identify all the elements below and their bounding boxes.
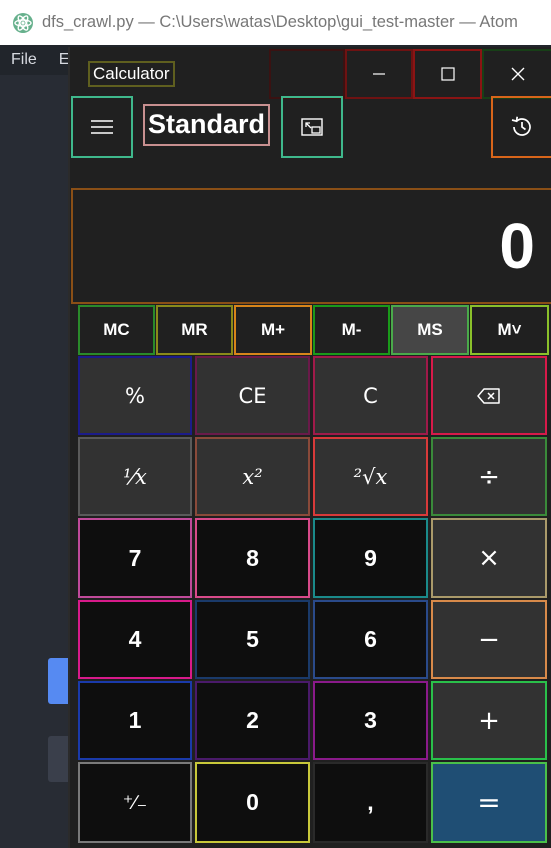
keep-on-top-icon <box>301 118 323 136</box>
digit-7-button[interactable]: 7 <box>78 518 192 598</box>
digit-0-button[interactable]: 0 <box>195 762 310 843</box>
percent-button[interactable]: % <box>78 356 192 435</box>
subtract-button[interactable]: − <box>431 600 547 679</box>
calculator-mode-title: Standard <box>143 104 271 146</box>
result-display: 0 <box>71 188 551 304</box>
clear-button[interactable]: C <box>313 356 428 435</box>
divide-button[interactable]: ÷ <box>431 437 547 516</box>
backspace-icon <box>477 387 500 404</box>
digit-1-button[interactable]: 1 <box>78 681 192 760</box>
atom-titlebar: dfs_crawl.py — C:\Users\watas\Desktop\gu… <box>0 0 551 45</box>
negate-button[interactable]: ⁺∕₋ <box>78 762 192 843</box>
menu-file[interactable]: File <box>0 45 48 75</box>
square-button[interactable]: x² <box>195 437 310 516</box>
square-root-button[interactable]: ²√x <box>313 437 428 516</box>
digit-6-button[interactable]: 6 <box>313 600 428 679</box>
memory-store-button[interactable]: MS <box>391 305 469 355</box>
equals-button[interactable]: = <box>431 762 547 843</box>
display-value: 0 <box>499 210 535 282</box>
calculator-window: Calculator Standard 0 MC MR M+ M- MS M˅ … <box>68 47 551 848</box>
atom-window-title: dfs_crawl.py — C:\Users\watas\Desktop\gu… <box>42 13 518 31</box>
reciprocal-button[interactable]: ⅟x <box>78 437 192 516</box>
digit-5-button[interactable]: 5 <box>195 600 310 679</box>
atom-logo-icon <box>12 12 34 34</box>
backspace-button[interactable] <box>431 356 547 435</box>
memory-clear-button[interactable]: MC <box>78 305 155 355</box>
maximize-icon <box>440 67 455 81</box>
minimize-button[interactable] <box>345 49 413 99</box>
history-button[interactable] <box>491 96 551 158</box>
clear-entry-button[interactable]: CE <box>195 356 310 435</box>
hamburger-icon <box>91 120 113 134</box>
digit-8-button[interactable]: 8 <box>195 518 310 598</box>
add-button[interactable]: + <box>431 681 547 760</box>
minimize-icon <box>373 73 385 75</box>
digit-9-button[interactable]: 9 <box>313 518 428 598</box>
memory-subtract-button[interactable]: M- <box>313 305 390 355</box>
close-button[interactable] <box>482 49 551 99</box>
history-icon <box>511 116 531 136</box>
navigation-menu-button[interactable] <box>71 96 133 158</box>
close-icon <box>511 67 524 81</box>
atom-editor-background <box>0 75 70 848</box>
digit-2-button[interactable]: 2 <box>195 681 310 760</box>
maximize-button[interactable] <box>413 49 482 99</box>
decimal-button[interactable]: , <box>313 762 428 843</box>
memory-recall-button[interactable]: MR <box>156 305 233 355</box>
calculator-title: Calculator <box>88 61 175 87</box>
memory-list-button[interactable]: M˅ <box>470 305 549 355</box>
multiply-button[interactable]: × <box>431 518 547 598</box>
memory-add-button[interactable]: M+ <box>234 305 312 355</box>
caption-blank-area <box>269 49 345 99</box>
digit-3-button[interactable]: 3 <box>313 681 428 760</box>
keep-on-top-button[interactable] <box>281 96 343 158</box>
digit-4-button[interactable]: 4 <box>78 600 192 679</box>
